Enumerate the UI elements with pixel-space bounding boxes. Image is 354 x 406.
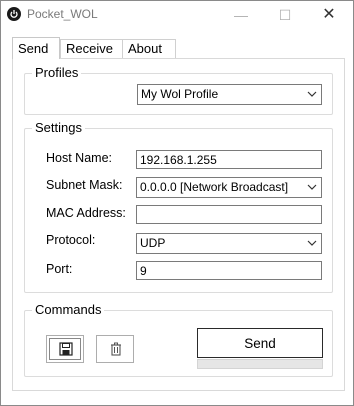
subnet-mask-select[interactable]: 0.0.0.0 [Network Broadcast]: [136, 177, 322, 198]
send-button[interactable]: Send: [197, 328, 323, 358]
power-icon: [7, 7, 21, 21]
protocol-label: Protocol:: [46, 233, 96, 247]
settings-group: Settings Host Name: 192.168.1.255 Subnet…: [24, 120, 333, 293]
profile-select-value: My Wol Profile: [141, 87, 219, 101]
mac-address-input[interactable]: [136, 205, 322, 224]
host-name-input[interactable]: 192.168.1.255: [136, 150, 322, 169]
protocol-select[interactable]: UDP: [136, 233, 322, 254]
protocol-value: UDP: [140, 236, 166, 250]
tab-receive[interactable]: Receive: [60, 39, 124, 58]
app-window: Pocket_WOL — ☐ ✕ Send Receive About Prof…: [0, 0, 354, 406]
settings-group-title: Settings: [32, 120, 85, 135]
close-button[interactable]: ✕: [307, 1, 351, 29]
tab-about[interactable]: About: [122, 39, 176, 58]
profiles-group: Profiles My Wol Profile: [24, 65, 333, 115]
send-tab-panel: Profiles My Wol Profile Settings Host Na…: [12, 58, 345, 391]
tab-send[interactable]: Send: [12, 37, 60, 59]
save-profile-button[interactable]: [46, 335, 84, 363]
commands-group: Commands Send: [24, 302, 333, 377]
chevron-down-icon: [307, 184, 317, 190]
port-input[interactable]: 9: [136, 261, 322, 280]
profiles-group-title: Profiles: [32, 65, 82, 80]
chevron-down-icon: [307, 240, 317, 246]
delete-profile-button[interactable]: [96, 335, 134, 363]
subnet-mask-label: Subnet Mask:: [46, 178, 123, 192]
host-name-label: Host Name:: [46, 151, 112, 165]
commands-group-title: Commands: [32, 302, 105, 317]
minimize-button[interactable]: —: [219, 1, 263, 29]
mac-address-label: MAC Address:: [46, 206, 126, 220]
trash-icon: [111, 342, 121, 356]
window-title: Pocket_WOL: [27, 7, 98, 21]
chevron-down-icon: [307, 91, 317, 97]
send-progress-bar: [197, 359, 323, 369]
port-label: Port:: [46, 262, 73, 276]
title-bar[interactable]: Pocket_WOL — ☐ ✕: [1, 1, 353, 31]
maximize-button[interactable]: ☐: [263, 1, 307, 29]
profile-select[interactable]: My Wol Profile: [137, 84, 322, 105]
subnet-mask-value: 0.0.0.0 [Network Broadcast]: [140, 180, 289, 194]
save-icon: [59, 342, 73, 356]
